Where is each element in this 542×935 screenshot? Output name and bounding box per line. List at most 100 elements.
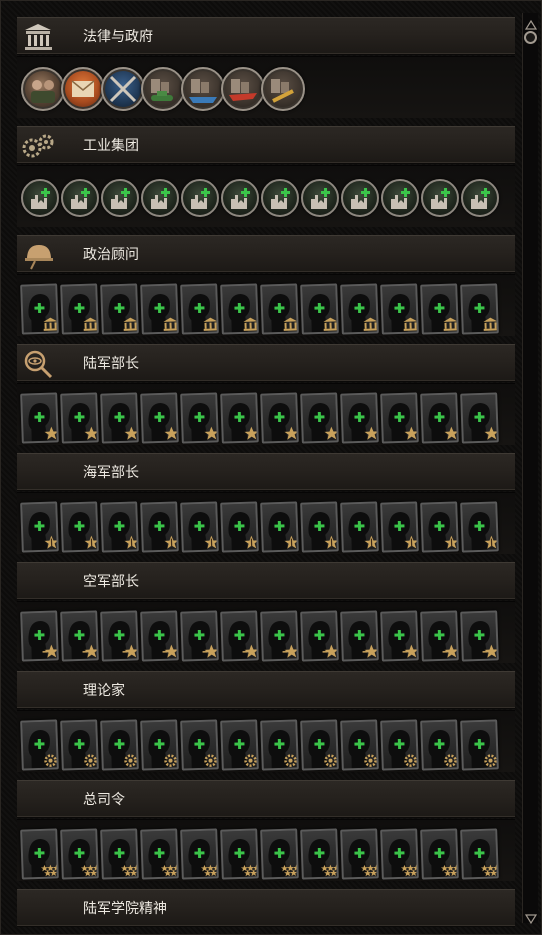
empty-advisor-slot-icon[interactable] [420, 501, 459, 553]
section-header-navy-chief[interactable]: 海军部长 [17, 453, 515, 491]
industrial-concern-slot-icon[interactable] [341, 179, 379, 217]
tank-designer-icon[interactable] [141, 67, 185, 111]
empty-advisor-slot-icon[interactable] [420, 610, 459, 662]
empty-advisor-slot-icon[interactable] [60, 610, 99, 662]
empty-advisor-slot-icon[interactable] [220, 828, 259, 880]
empty-advisor-slot-icon[interactable] [380, 719, 419, 771]
industrial-concern-slot-icon[interactable] [301, 179, 339, 217]
aircraft-designer-icon[interactable] [221, 67, 265, 111]
empty-advisor-slot-icon[interactable] [100, 719, 139, 771]
section-header-air-chief[interactable]: 空军部长 [17, 562, 515, 600]
empty-advisor-slot-icon[interactable] [300, 610, 339, 662]
empty-advisor-slot-icon[interactable] [260, 610, 299, 662]
empty-advisor-slot-icon[interactable] [340, 828, 379, 880]
empty-advisor-slot-icon[interactable] [260, 828, 299, 880]
empty-advisor-slot-icon[interactable] [180, 828, 219, 880]
section-header-army-chief[interactable]: 陆军部长 [17, 344, 515, 382]
industrial-concern-slot-icon[interactable] [61, 179, 99, 217]
empty-advisor-slot-icon[interactable] [20, 610, 59, 662]
section-header-political[interactable]: 政治顾问 [17, 235, 515, 273]
empty-advisor-slot-icon[interactable] [420, 719, 459, 771]
vertical-scrollbar[interactable] [522, 13, 538, 925]
empty-advisor-slot-icon[interactable] [180, 610, 219, 662]
empty-advisor-slot-icon[interactable] [460, 610, 499, 662]
industrial-concern-slot-icon[interactable] [181, 179, 219, 217]
empty-advisor-slot-icon[interactable] [220, 501, 259, 553]
empty-advisor-slot-icon[interactable] [100, 610, 139, 662]
industrial-concern-slot-icon[interactable] [381, 179, 419, 217]
empty-advisor-slot-icon[interactable] [260, 283, 299, 335]
empty-advisor-slot-icon[interactable] [220, 283, 259, 335]
empty-advisor-slot-icon[interactable] [300, 501, 339, 553]
empty-advisor-slot-icon[interactable] [60, 501, 99, 553]
empty-advisor-slot-icon[interactable] [420, 283, 459, 335]
empty-advisor-slot-icon[interactable] [180, 501, 219, 553]
empty-advisor-slot-icon[interactable] [380, 392, 419, 444]
empty-advisor-slot-icon[interactable] [380, 610, 419, 662]
empty-advisor-slot-icon[interactable] [20, 828, 59, 880]
empty-advisor-slot-icon[interactable] [300, 828, 339, 880]
industrial-concern-slot-icon[interactable] [21, 179, 59, 217]
empty-advisor-slot-icon[interactable] [220, 392, 259, 444]
empty-advisor-slot-icon[interactable] [20, 283, 59, 335]
empty-advisor-slot-icon[interactable] [260, 719, 299, 771]
empty-advisor-slot-icon[interactable] [460, 828, 499, 880]
empty-advisor-slot-icon[interactable] [180, 283, 219, 335]
industrial-concern-slot-icon[interactable] [461, 179, 499, 217]
empty-advisor-slot-icon[interactable] [340, 392, 379, 444]
empty-advisor-slot-icon[interactable] [380, 501, 419, 553]
empty-advisor-slot-icon[interactable] [340, 283, 379, 335]
empty-advisor-slot-icon[interactable] [180, 719, 219, 771]
materiel-designer-icon[interactable] [261, 67, 305, 111]
section-header-industrial[interactable]: 工业集团 [17, 126, 515, 164]
empty-advisor-slot-icon[interactable] [460, 283, 499, 335]
section-header-laws[interactable]: 法律与政府 [17, 17, 515, 55]
industrial-concern-slot-icon[interactable] [421, 179, 459, 217]
scroll-up-arrow-icon[interactable] [524, 15, 538, 30]
empty-advisor-slot-icon[interactable] [20, 392, 59, 444]
empty-advisor-slot-icon[interactable] [260, 501, 299, 553]
empty-advisor-slot-icon[interactable] [60, 283, 99, 335]
empty-advisor-slot-icon[interactable] [300, 283, 339, 335]
empty-advisor-slot-icon[interactable] [140, 501, 179, 553]
industrial-concern-slot-icon[interactable] [141, 179, 179, 217]
empty-advisor-slot-icon[interactable] [300, 719, 339, 771]
section-header-theorist[interactable]: 理论家 [17, 671, 515, 709]
industrial-concern-slot-icon[interactable] [221, 179, 259, 217]
empty-advisor-slot-icon[interactable] [140, 392, 179, 444]
empty-advisor-slot-icon[interactable] [340, 501, 379, 553]
naval-designer-icon[interactable] [181, 67, 225, 111]
scroll-thumb[interactable] [524, 31, 537, 44]
empty-advisor-slot-icon[interactable] [380, 828, 419, 880]
empty-advisor-slot-icon[interactable] [60, 828, 99, 880]
section-header-high-command[interactable]: 总司令 [17, 780, 515, 818]
empty-advisor-slot-icon[interactable] [140, 828, 179, 880]
empty-advisor-slot-icon[interactable] [140, 283, 179, 335]
empty-advisor-slot-icon[interactable] [20, 719, 59, 771]
empty-advisor-slot-icon[interactable] [180, 392, 219, 444]
empty-advisor-slot-icon[interactable] [220, 719, 259, 771]
empty-advisor-slot-icon[interactable] [60, 719, 99, 771]
empty-advisor-slot-icon[interactable] [100, 283, 139, 335]
empty-advisor-slot-icon[interactable] [300, 392, 339, 444]
empty-advisor-slot-icon[interactable] [340, 719, 379, 771]
empty-advisor-slot-icon[interactable] [260, 392, 299, 444]
empty-advisor-slot-icon[interactable] [420, 828, 459, 880]
conscription-law-icon[interactable] [21, 67, 65, 111]
industrial-concern-slot-icon[interactable] [261, 179, 299, 217]
empty-advisor-slot-icon[interactable] [20, 501, 59, 553]
empty-advisor-slot-icon[interactable] [220, 610, 259, 662]
empty-advisor-slot-icon[interactable] [380, 283, 419, 335]
economy-law-icon[interactable] [101, 67, 145, 111]
empty-advisor-slot-icon[interactable] [60, 392, 99, 444]
empty-advisor-slot-icon[interactable] [100, 501, 139, 553]
empty-advisor-slot-icon[interactable] [460, 392, 499, 444]
trade-law-icon[interactable] [61, 67, 105, 111]
empty-advisor-slot-icon[interactable] [340, 610, 379, 662]
empty-advisor-slot-icon[interactable] [100, 828, 139, 880]
section-header-army-spirit[interactable]: 陆军学院精神 [17, 889, 515, 927]
empty-advisor-slot-icon[interactable] [460, 501, 499, 553]
empty-advisor-slot-icon[interactable] [420, 392, 459, 444]
industrial-concern-slot-icon[interactable] [101, 179, 139, 217]
empty-advisor-slot-icon[interactable] [460, 719, 499, 771]
